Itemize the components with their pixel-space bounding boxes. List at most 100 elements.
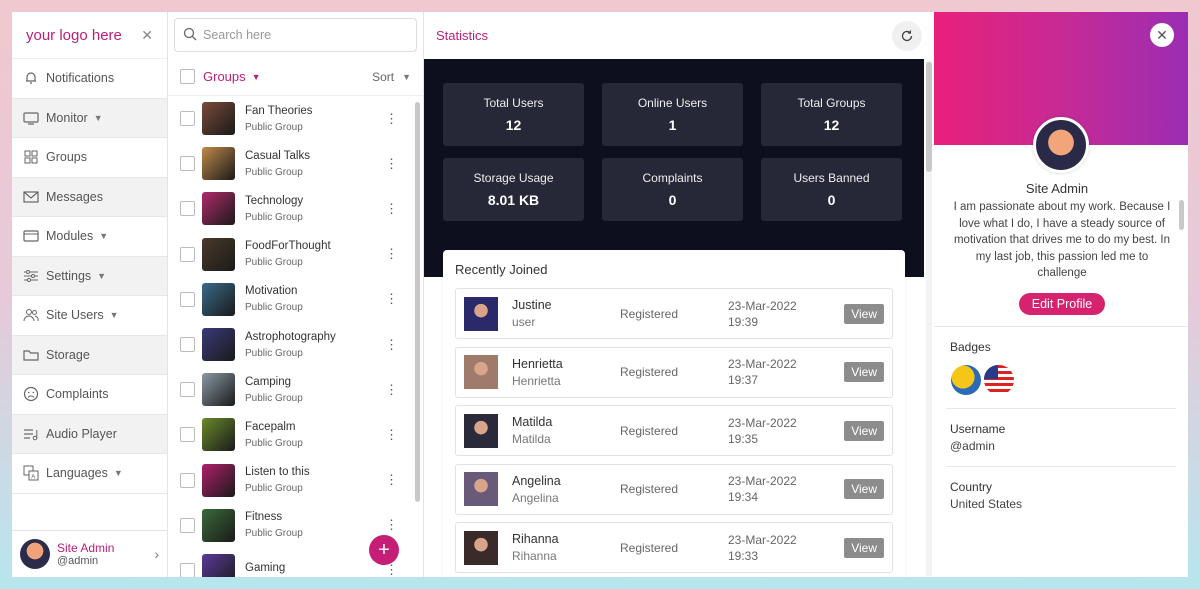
group-checkbox[interactable] <box>180 337 195 353</box>
page-title: Statistics <box>436 28 489 43</box>
group-type: Public Group <box>245 528 303 540</box>
search-input[interactable]: Search here <box>174 18 417 52</box>
sidebar-item-storage[interactable]: Storage <box>12 335 167 375</box>
sidebar-item-audio-player[interactable]: Audio Player <box>12 414 167 454</box>
sidebar-item-settings[interactable]: Settings ▼ <box>12 256 167 296</box>
view-user-button[interactable]: View <box>844 420 884 441</box>
username-label: Username <box>950 422 1006 436</box>
group-checkbox[interactable] <box>180 517 195 533</box>
groups-filter-label[interactable]: Groups <box>203 69 246 84</box>
refresh-button[interactable] <box>892 20 922 51</box>
group-row[interactable]: Astrophotography Public Group ⋮ <box>168 322 423 367</box>
group-row[interactable]: FoodForThought Public Group ⋮ <box>168 232 423 277</box>
close-profile-button[interactable]: ✕ <box>1150 23 1174 47</box>
group-checkbox[interactable] <box>180 111 195 127</box>
modules-icon <box>22 227 40 245</box>
group-type: Public Group <box>245 392 303 404</box>
view-user-button[interactable]: View <box>844 303 884 324</box>
sidebar-item-languages[interactable]: A Languages ▼ <box>12 454 167 494</box>
monitor-icon <box>22 109 40 127</box>
group-checkbox[interactable] <box>180 382 195 398</box>
group-row[interactable]: Facepalm Public Group ⋮ <box>168 412 423 457</box>
group-name: Fitness <box>245 511 283 524</box>
view-user-button[interactable]: View <box>844 362 884 382</box>
logo[interactable]: your logo here <box>26 27 122 44</box>
more-options-icon[interactable]: ⋮ <box>385 201 398 217</box>
group-row[interactable]: Camping Public Group ⋮ <box>168 367 423 412</box>
more-options-icon[interactable]: ⋮ <box>385 111 398 127</box>
more-options-icon[interactable]: ⋮ <box>385 156 398 172</box>
select-all-checkbox[interactable] <box>180 69 195 84</box>
group-name: Facepalm <box>245 420 296 433</box>
chevron-down-icon: ▼ <box>93 112 103 123</box>
sidebar-item-complaints[interactable]: Complaints <box>12 375 167 415</box>
group-name: Fan Theories <box>245 104 313 117</box>
user-date: 23-Mar-2022 <box>728 357 797 371</box>
stat-title: Storage Usage <box>473 171 554 185</box>
group-row[interactable]: Fan Theories Public Group ⋮ <box>168 96 423 141</box>
user-avatar <box>464 530 498 565</box>
group-thumbnail <box>202 192 235 226</box>
country-label: Country <box>950 480 993 494</box>
recent-user-row: Rihanna Rihanna Registered 23-Mar-2022 19:33… <box>455 522 893 573</box>
sidebar-item-notifications[interactable]: Notifications <box>12 59 167 99</box>
group-checkbox[interactable] <box>180 201 195 217</box>
group-thumbnail <box>202 508 235 542</box>
more-options-icon[interactable]: ⋮ <box>385 427 398 443</box>
sidebar-item-site-users[interactable]: Site Users ▼ <box>12 296 167 336</box>
sidebar-item-messages[interactable]: Messages <box>12 177 167 217</box>
add-group-button[interactable]: + <box>369 535 399 565</box>
sidebar-item-monitor[interactable]: Monitor ▼ <box>12 98 167 138</box>
user-avatar <box>464 472 498 506</box>
sidebar-item-modules[interactable]: Modules ▼ <box>12 217 167 257</box>
recent-user-row: Matilda Matilda Registered 23-Mar-2022 19:35… <box>455 405 893 456</box>
user-avatar <box>464 413 498 448</box>
chevron-right-icon[interactable]: › <box>154 546 159 562</box>
user-avatar <box>464 355 498 389</box>
groups-scrollbar[interactable] <box>415 102 420 502</box>
group-row[interactable]: Listen to this Public Group ⋮ <box>168 458 423 503</box>
more-options-icon[interactable]: ⋮ <box>385 382 398 398</box>
profile-bio: I am passionate about my work. Because I… <box>953 201 1171 279</box>
group-checkbox[interactable] <box>180 291 195 307</box>
user-status: Registered <box>620 482 679 496</box>
group-checkbox[interactable] <box>180 156 195 172</box>
divider <box>946 466 1176 467</box>
chevron-down-icon: ▼ <box>99 231 109 242</box>
sidebar-item-label: Settings <box>46 268 92 283</box>
user-name: Justine <box>512 298 552 312</box>
bio-scrollbar[interactable] <box>1179 200 1184 230</box>
group-name: Listen to this <box>245 466 310 479</box>
chevron-down-icon[interactable]: ▼ <box>252 72 261 82</box>
close-sidebar-icon[interactable]: ✕ <box>141 27 153 44</box>
view-user-button[interactable]: View <box>844 479 884 499</box>
more-options-icon[interactable]: ⋮ <box>385 517 398 533</box>
more-options-icon[interactable]: ⋮ <box>385 472 398 488</box>
group-checkbox[interactable] <box>180 427 195 443</box>
group-name: Casual Talks <box>245 149 310 162</box>
chevron-down-icon[interactable]: ▼ <box>402 72 411 82</box>
group-row[interactable]: Motivation Public Group ⋮ <box>168 277 423 322</box>
user-name: Henrietta <box>512 356 563 371</box>
group-type: Public Group <box>245 347 303 359</box>
sidebar-item-label: Monitor <box>46 110 88 125</box>
user-time: 19:39 <box>728 314 759 329</box>
stat-value: 0 <box>827 192 836 208</box>
group-checkbox[interactable] <box>180 472 195 488</box>
badges-label: Badges <box>950 340 991 354</box>
divider <box>946 408 1176 409</box>
edit-profile-button[interactable]: Edit Profile <box>1019 293 1105 315</box>
user-subtitle: Rihanna <box>512 549 557 563</box>
group-checkbox[interactable] <box>180 246 195 262</box>
more-options-icon[interactable]: ⋮ <box>385 246 398 262</box>
sidebar-user[interactable]: Site Admin @admin › <box>12 530 167 577</box>
group-checkbox[interactable] <box>180 562 195 577</box>
group-row[interactable]: Casual Talks Public Group ⋮ <box>168 141 423 186</box>
sort-button[interactable]: Sort <box>372 70 394 84</box>
sidebar-item-groups[interactable]: Groups <box>12 138 167 178</box>
more-options-icon[interactable]: ⋮ <box>385 337 398 353</box>
group-row[interactable]: Technology Public Group ⋮ <box>168 186 423 231</box>
main-scrollbar[interactable] <box>926 60 932 576</box>
view-user-button[interactable]: View <box>844 537 884 558</box>
more-options-icon[interactable]: ⋮ <box>385 291 398 307</box>
